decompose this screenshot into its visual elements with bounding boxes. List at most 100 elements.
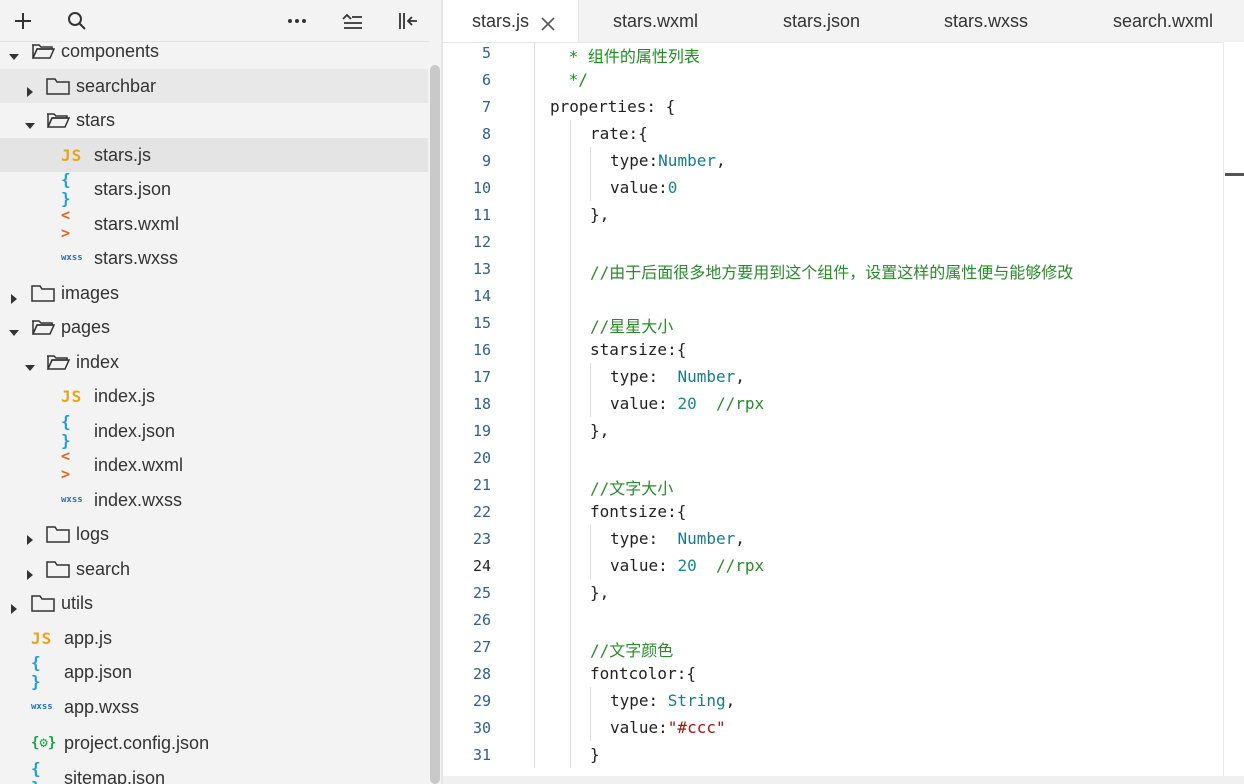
tree-file-project-config-json[interactable]: {⚙} project.config.json — [0, 726, 428, 760]
code-line[interactable]: 7 properties: { — [443, 93, 1223, 120]
tree-folder-components[interactable]: components — [0, 34, 428, 68]
explorer-scrollbar-thumb[interactable] — [430, 65, 440, 784]
tree-folder-searchbar[interactable]: searchbar — [0, 69, 428, 103]
tree-file-stars-js[interactable]: JS stars.js — [0, 138, 428, 172]
code-line[interactable]: 25}, — [443, 579, 1223, 606]
code-line[interactable]: 28 fontcolor:{ — [443, 660, 1223, 687]
code-token: rate:{ — [590, 124, 648, 143]
tree-file-stars-json[interactable]: { } stars.json — [0, 170, 428, 208]
indent-guide — [570, 741, 571, 768]
code-line[interactable]: 26 — [443, 606, 1223, 633]
search-icon[interactable] — [64, 8, 90, 34]
indent-guide — [534, 309, 535, 336]
chevron-down-icon[interactable] — [25, 115, 35, 129]
code-line[interactable]: 5 * 组件的属性列表 — [443, 42, 1223, 66]
wxml-file-icon: < > — [61, 447, 72, 483]
code-line[interactable]: 22 fontsize:{ — [443, 498, 1223, 525]
code-line[interactable]: 6 */ — [443, 66, 1223, 93]
code-token: //文字大小 — [590, 479, 674, 498]
editor-vertical-scrollbar[interactable] — [1223, 42, 1244, 776]
code-line[interactable]: 29 type: String, — [443, 687, 1223, 714]
chevron-right-icon[interactable] — [9, 598, 19, 614]
code-token: }, — [590, 421, 610, 440]
js-file-icon: JS — [61, 386, 83, 406]
chevron-right-icon[interactable] — [25, 529, 35, 545]
ide-window: components searchbar stars JS stars.js { } sta… — [0, 0, 1244, 784]
code-line[interactable]: 15 //星星大小 — [443, 309, 1223, 336]
code-line[interactable]: 14 — [443, 282, 1223, 309]
tree-folder-stars[interactable]: stars — [0, 103, 428, 137]
explorer-scrollbar[interactable] — [429, 41, 441, 784]
code-line[interactable]: 13 //由于后面很多地方要用到这个组件，设置这样的属性便与能够修改 — [443, 255, 1223, 282]
indent-guide — [534, 390, 535, 417]
indent-guide — [534, 579, 535, 606]
code-line[interactable]: 11}, — [443, 201, 1223, 228]
tree-file-app-json[interactable]: { } app.json — [0, 653, 428, 691]
tree-file-index-json[interactable]: { } index.json — [0, 412, 428, 450]
tree-file-sitemap-json[interactable]: { } sitemap.json — [0, 759, 428, 784]
collapse-all-icon[interactable] — [339, 8, 365, 34]
indent-guide — [570, 174, 571, 201]
code-text: fontsize:{ — [590, 502, 686, 521]
code-line[interactable]: 30 value:"#ccc" — [443, 714, 1223, 741]
line-number: 24 — [472, 557, 491, 575]
wxss-file-icon: wxss — [31, 702, 53, 712]
code-token: String — [667, 691, 726, 710]
code-line[interactable]: 8 rate:{ — [443, 120, 1223, 147]
folder-icon — [46, 560, 70, 578]
hide-sidebar-icon[interactable] — [395, 8, 421, 34]
code-line[interactable]: 24 value: 20 //rpx — [443, 552, 1223, 579]
tab-stars-js[interactable]: stars.js — [443, 0, 579, 42]
code-line[interactable]: 19}, — [443, 417, 1223, 444]
tree-file-index-wxss[interactable]: wxss index.wxss — [0, 483, 428, 517]
indent-guide — [534, 228, 535, 255]
more-icon[interactable] — [284, 8, 310, 34]
tree-item-label: index.wxml — [94, 455, 184, 475]
tree-file-index-wxml[interactable]: < > index.wxml — [0, 447, 428, 483]
code-line[interactable]: 20 — [443, 444, 1223, 471]
code-line[interactable]: 23 type: Number, — [443, 525, 1223, 552]
code-text: //由于后面很多地方要用到这个组件，设置这样的属性便与能够修改 — [590, 259, 1073, 283]
chevron-right-icon[interactable] — [25, 564, 35, 580]
tree-file-app-js[interactable]: JS app.js — [0, 621, 428, 655]
tree-item-label: stars.json — [94, 179, 172, 199]
code-line[interactable]: 16 starsize:{ — [443, 336, 1223, 363]
tree-folder-search[interactable]: search — [0, 552, 428, 586]
code-area[interactable]: 5 * 组件的属性列表 6 */7 properties: {8 rate:{9 typ… — [443, 42, 1223, 776]
tree-folder-index[interactable]: index — [0, 345, 428, 379]
close-icon[interactable] — [541, 15, 555, 31]
tab-stars-json[interactable]: stars.json — [783, 0, 860, 42]
tree-file-app-wxss[interactable]: wxss app.wxss — [0, 690, 428, 724]
code-line[interactable]: 27 //文字颜色 — [443, 633, 1223, 660]
tree-file-stars-wxml[interactable]: < > stars.wxml — [0, 206, 428, 242]
code-line[interactable]: 17 type: Number, — [443, 363, 1223, 390]
tree-item-label: images — [61, 283, 120, 303]
code-line[interactable]: 10 value:0 — [443, 174, 1223, 201]
code-line[interactable]: 12 — [443, 228, 1223, 255]
tab-search-wxml[interactable]: search.wxml — [1113, 0, 1213, 42]
tree-item-label: index.js — [94, 386, 156, 406]
line-number: 16 — [472, 341, 491, 359]
tab-stars-wxss[interactable]: stars.wxss — [944, 0, 1028, 42]
tree-folder-utils[interactable]: utils — [0, 586, 428, 620]
code-line[interactable]: 18 value: 20 //rpx — [443, 390, 1223, 417]
chevron-down-icon[interactable] — [9, 46, 19, 60]
code-line[interactable]: 9 type:Number, — [443, 147, 1223, 174]
add-icon[interactable] — [10, 8, 36, 34]
tree-folder-pages[interactable]: pages — [0, 310, 428, 344]
indent-guide — [570, 660, 571, 687]
editor-horizontal-scrollbar[interactable] — [443, 776, 1244, 784]
tree-file-index-js[interactable]: JS index.js — [0, 379, 428, 413]
chevron-right-icon[interactable] — [25, 81, 35, 97]
tree-folder-images[interactable]: images — [0, 276, 428, 310]
chevron-down-icon[interactable] — [9, 322, 19, 336]
code-line[interactable]: 21 //文字大小 — [443, 471, 1223, 498]
chevron-down-icon[interactable] — [25, 357, 35, 371]
chevron-right-icon[interactable] — [9, 288, 19, 304]
line-number: 7 — [481, 98, 491, 116]
tree-item-label: app.js — [64, 628, 113, 648]
tree-folder-logs[interactable]: logs — [0, 517, 428, 551]
code-line[interactable]: 31} — [443, 741, 1223, 768]
tab-stars-wxml[interactable]: stars.wxml — [613, 0, 698, 42]
tree-file-stars-wxss[interactable]: wxss stars.wxss — [0, 241, 428, 275]
